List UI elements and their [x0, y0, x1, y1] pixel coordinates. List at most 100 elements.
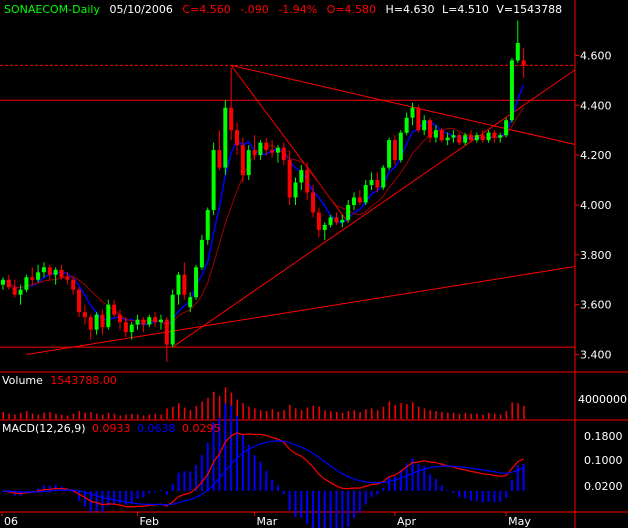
x-tick-label-2: Mar: [257, 515, 278, 528]
candle-body-46: [270, 150, 275, 153]
volume-bar-15: [90, 411, 92, 419]
macd-hist-bar-77: [452, 490, 455, 493]
macd-hist-bar-80: [470, 490, 472, 501]
macd-hist-bar-67: [393, 476, 396, 491]
macd-hist-bar-52: [306, 490, 309, 524]
high-value: H=4.630: [385, 3, 435, 16]
macd-axis-tick-2: 0.1000: [584, 454, 623, 467]
volume-bar-77: [452, 412, 455, 419]
volume-bar-72: [423, 408, 426, 419]
macd-hist-bar-79: [464, 490, 467, 499]
volume-bar-71: [417, 406, 420, 419]
candle-body-82: [480, 135, 485, 141]
candle-body-7: [41, 267, 46, 273]
volume-bar-66: [388, 401, 391, 419]
macd-hist-bar-55: [323, 490, 326, 528]
volume-bar-24: [142, 415, 145, 419]
candle-body-3: [18, 289, 23, 295]
candle-body-39: [229, 107, 234, 131]
macd-hist-bar-43: [253, 455, 256, 491]
volume-bar-35: [207, 397, 209, 419]
candle-body-76: [445, 137, 450, 141]
candle-body-47: [275, 147, 280, 153]
candle-body-52: [305, 170, 310, 193]
candle-body-56: [328, 217, 333, 225]
candle-body-71: [416, 107, 421, 131]
volume-bar-49: [289, 404, 291, 419]
x-tick-label-3: Apr: [397, 515, 417, 528]
candle-body-51: [299, 170, 304, 183]
volume-bar-64: [376, 410, 379, 419]
candle-body-25: [147, 317, 152, 325]
macd-hist-bar-78: [458, 490, 461, 498]
macd-hist-bar-25: [148, 490, 151, 494]
volume-bar-48: [283, 410, 285, 419]
candle-body-65: [381, 167, 386, 188]
candle-body-8: [47, 267, 52, 275]
volume-bar-56: [330, 411, 332, 419]
candle-body-45: [264, 142, 269, 151]
close-value: C=4.560: [182, 3, 231, 16]
macd-hist-bar-32: [189, 471, 192, 491]
candle-body-86: [504, 120, 509, 136]
volume-bar-83: [488, 412, 490, 419]
candle-body-77: [451, 135, 456, 138]
candle-body-36: [211, 150, 216, 210]
macd-hist-bar-59: [347, 490, 350, 527]
volume-bar-4: [25, 411, 28, 419]
macd-hist-bar-88: [516, 465, 519, 491]
volume-title: Volume: [2, 374, 43, 387]
volume-axis-tick: 4000000: [578, 393, 627, 406]
candle-body-49: [287, 160, 292, 198]
volume-bar-87: [511, 402, 513, 419]
macd-hist-bar-13: [78, 490, 81, 501]
macd-hist-bar-19: [113, 490, 116, 504]
candle-body-13: [77, 289, 82, 313]
macd-hist-bar-50: [294, 490, 297, 518]
volume-header-value: V=1543788: [496, 3, 563, 16]
candle-body-43: [252, 150, 257, 156]
volume-bar-80: [470, 413, 472, 419]
candle-body-22: [129, 324, 134, 333]
macd-hist-bar-63: [370, 490, 373, 498]
macd-hist-bar-81: [475, 490, 478, 501]
volume-bar-59: [347, 411, 350, 419]
candle-body-33: [194, 267, 199, 298]
volume-bar-73: [429, 410, 432, 419]
volume-bar-32: [189, 410, 192, 419]
macd-hist-bar-82: [481, 490, 484, 503]
candle-body-18: [106, 304, 111, 328]
volume-bar-7: [43, 412, 45, 419]
macd-hist-bar-26: [154, 490, 157, 493]
macd-hist-bar-14: [83, 490, 86, 507]
volume-bar-18: [107, 412, 110, 419]
candle-body-63: [369, 180, 374, 186]
volume-bar-37: [218, 396, 221, 419]
volume-bar-3: [20, 412, 22, 419]
volume-bar-50: [295, 408, 297, 419]
macd-hist-bar-35: [206, 442, 209, 491]
candle-body-16: [94, 314, 99, 330]
candle-body-37: [217, 150, 222, 168]
candle-body-78: [457, 135, 462, 143]
volume-bar-9: [55, 413, 57, 419]
volume-bar-11: [66, 415, 69, 419]
candle-body-14: [82, 312, 87, 318]
macd-hist-bar-8: [48, 485, 51, 491]
candle-body-53: [311, 192, 316, 213]
candle-body-50: [293, 182, 298, 198]
volume-bar-89: [523, 405, 525, 419]
macd-hist-bar-66: [388, 477, 391, 491]
volume-bar-10: [61, 414, 63, 419]
candle-body-15: [88, 317, 93, 330]
volume-bar-86: [505, 411, 508, 419]
macd-hist-bar-72: [423, 466, 426, 491]
candle-body-69: [404, 117, 409, 133]
volume-bar-14: [84, 412, 86, 419]
volume-bar-8: [49, 411, 51, 419]
macd-value-2: 0.0638: [137, 422, 176, 435]
candle-body-74: [433, 130, 438, 138]
volume-bar-13: [78, 411, 81, 419]
y-tick-label-2: 4.200: [580, 149, 612, 162]
volume-bar-45: [265, 411, 268, 419]
